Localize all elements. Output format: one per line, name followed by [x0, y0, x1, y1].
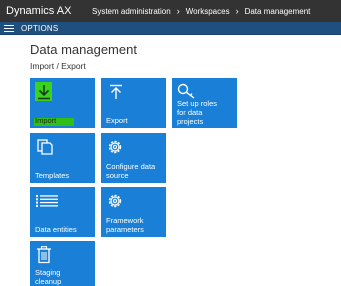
framework-parameters-label: Framework parameters [106, 216, 144, 234]
staging-cleanup-tile[interactable]: Staging cleanup [30, 241, 95, 286]
trash-icon [36, 246, 52, 264]
templates-icon [37, 139, 53, 155]
breadcrumb-item-system-administration[interactable]: System administration [92, 7, 171, 16]
hamburger-menu-icon[interactable] [4, 25, 14, 32]
list-icon [36, 195, 58, 207]
configure-data-source-tile[interactable]: Configure data source [101, 133, 166, 183]
gear-icon [106, 138, 124, 156]
export-tile[interactable]: Export [101, 78, 166, 128]
breadcrumb-chevron-icon: › [235, 6, 239, 16]
import-tile[interactable]: Import [30, 78, 95, 128]
key-icon [177, 83, 197, 99]
data-entities-label: Data entities [35, 225, 77, 234]
import-label: Import [35, 116, 57, 125]
options-bar: OPTIONS [0, 22, 341, 35]
export-label: Export [106, 116, 128, 125]
top-nav-bar: Dynamics AX System administration › Work… [0, 0, 341, 22]
templates-tile[interactable]: Templates [30, 133, 95, 183]
gear-icon [106, 192, 124, 210]
app-name[interactable]: Dynamics AX [6, 4, 71, 18]
breadcrumb: System administration › Workspaces › Dat… [92, 0, 310, 22]
download-icon [37, 84, 51, 100]
data-entities-tile[interactable]: Data entities [30, 187, 95, 237]
breadcrumb-item-data-management[interactable]: Data management [245, 7, 311, 16]
set-up-roles-label: Set up roles for data projects [177, 99, 218, 126]
page-title: Data management [30, 42, 137, 57]
breadcrumb-chevron-icon: › [176, 6, 180, 16]
staging-cleanup-label: Staging cleanup [35, 268, 62, 286]
framework-parameters-tile[interactable]: Framework parameters [101, 187, 166, 237]
configure-data-source-label: Configure data source [106, 162, 156, 180]
options-button[interactable]: OPTIONS [21, 23, 58, 34]
breadcrumb-item-workspaces[interactable]: Workspaces [186, 7, 230, 16]
section-subtitle: Import / Export [30, 61, 86, 71]
templates-label: Templates [35, 171, 70, 180]
set-up-roles-tile[interactable]: Set up roles for data projects [172, 78, 237, 128]
upload-icon [109, 84, 123, 100]
